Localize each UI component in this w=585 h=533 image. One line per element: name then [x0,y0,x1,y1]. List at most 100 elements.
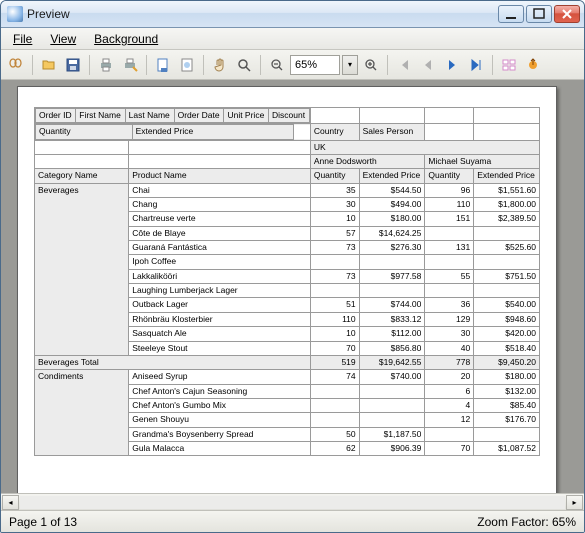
country-cell: UK [310,140,539,154]
quick-print-button[interactable] [119,54,141,76]
data-cell: $276.30 [359,241,425,255]
menu-file[interactable]: File [5,30,40,48]
data-cell: 10 [310,212,359,226]
magnifier-button[interactable] [233,54,255,76]
zoom-input[interactable] [290,55,340,75]
window-buttons [498,5,580,23]
data-cell: 35 [310,183,359,197]
data-cell: Rhönbräu Klosterbier [129,312,311,326]
header-cell: Unit Price [224,109,269,123]
data-cell: $518.40 [474,341,540,355]
statusbar: Page 1 of 13 Zoom Factor: 65% [1,510,584,532]
save-button[interactable] [62,54,84,76]
data-cell: 778 [425,355,474,369]
watermark-button[interactable] [176,54,198,76]
data-cell [474,255,540,269]
hand-tool-button[interactable] [209,54,231,76]
zoom-dropdown[interactable]: ▾ [342,55,358,75]
maximize-button[interactable] [526,5,552,23]
category-cell: Condiments [35,370,129,456]
next-page-button[interactable] [441,54,463,76]
data-cell [425,427,474,441]
zoom-indicator: Zoom Factor: 65% [477,515,576,529]
data-cell: 30 [425,327,474,341]
app-icon [7,6,23,22]
data-cell: Outback Lager [129,298,311,312]
data-cell: Chai [129,183,311,197]
data-cell [359,284,425,298]
data-cell: 73 [310,241,359,255]
page-setup-button[interactable] [152,54,174,76]
minimize-button[interactable] [498,5,524,23]
data-cell [35,155,129,169]
data-cell [474,427,540,441]
data-cell: 129 [425,312,474,326]
data-cell: $180.00 [359,212,425,226]
print-button[interactable] [95,54,117,76]
data-cell: $9,450.20 [474,355,540,369]
data-cell [129,155,311,169]
data-cell: $540.00 [474,298,540,312]
data-cell: 51 [310,298,359,312]
data-cell [310,284,359,298]
data-cell: $132.00 [474,384,540,398]
document-area: Order IDFirst NameLast NameOrder DateUni… [1,80,584,510]
data-cell: Guaraná Fantástica [129,241,311,255]
scroll-right-icon[interactable]: ▸ [566,495,583,510]
data-cell: 151 [425,212,474,226]
header-cell: Order ID [36,109,76,123]
preview-window: Preview File View Background ▾ [0,0,585,533]
export-button[interactable] [522,54,544,76]
data-cell: Genen Shouyu [129,413,311,427]
data-cell: 70 [425,441,474,455]
data-cell: 96 [425,183,474,197]
data-cell: $1,800.00 [474,198,540,212]
data-cell: 20 [425,370,474,384]
data-cell [425,284,474,298]
data-cell: $1,551.60 [474,183,540,197]
data-cell: 40 [425,341,474,355]
prev-page-button[interactable] [417,54,439,76]
data-cell [310,384,359,398]
data-cell: $906.39 [359,441,425,455]
data-cell: 30 [310,198,359,212]
first-page-button[interactable] [393,54,415,76]
scroll-track[interactable] [20,496,565,509]
find-button[interactable] [5,54,27,76]
data-cell: 12 [425,413,474,427]
data-cell: 6 [425,384,474,398]
data-cell [359,398,425,412]
data-cell: Lakkalikööri [129,269,311,283]
document-scroll[interactable]: Order IDFirst NameLast NameOrder DateUni… [1,80,584,493]
window-title: Preview [27,7,498,21]
data-cell: $1,087.52 [474,441,540,455]
last-page-button[interactable] [465,54,487,76]
data-cell [425,255,474,269]
salesperson-cell: Anne Dodsworth [310,155,425,169]
multi-page-button[interactable] [498,54,520,76]
data-cell: $176.70 [474,413,540,427]
data-cell [129,140,311,154]
close-button[interactable] [554,5,580,23]
data-cell: Chef Anton's Gumbo Mix [129,398,311,412]
scroll-left-icon[interactable]: ◂ [2,495,19,510]
open-button[interactable] [38,54,60,76]
data-cell: $740.00 [359,370,425,384]
data-cell: $856.80 [359,341,425,355]
header-cell: Category Name [35,169,129,183]
data-cell [474,108,540,124]
header-cell: First Name [76,109,125,123]
data-cell [425,124,474,140]
data-cell: $948.60 [474,312,540,326]
data-cell: 110 [310,312,359,326]
menu-background[interactable]: Background [86,30,166,48]
zoom-in-button[interactable] [360,54,382,76]
zoom-out-button[interactable] [266,54,288,76]
data-cell: 110 [425,198,474,212]
data-cell: Sasquatch Ale [129,327,311,341]
header-cell: Product Name [129,169,311,183]
header-cell: Discount [269,109,310,123]
menu-view[interactable]: View [42,30,84,48]
header-cell: Quantity [425,169,474,183]
horizontal-scrollbar[interactable]: ◂ ▸ [1,493,584,510]
